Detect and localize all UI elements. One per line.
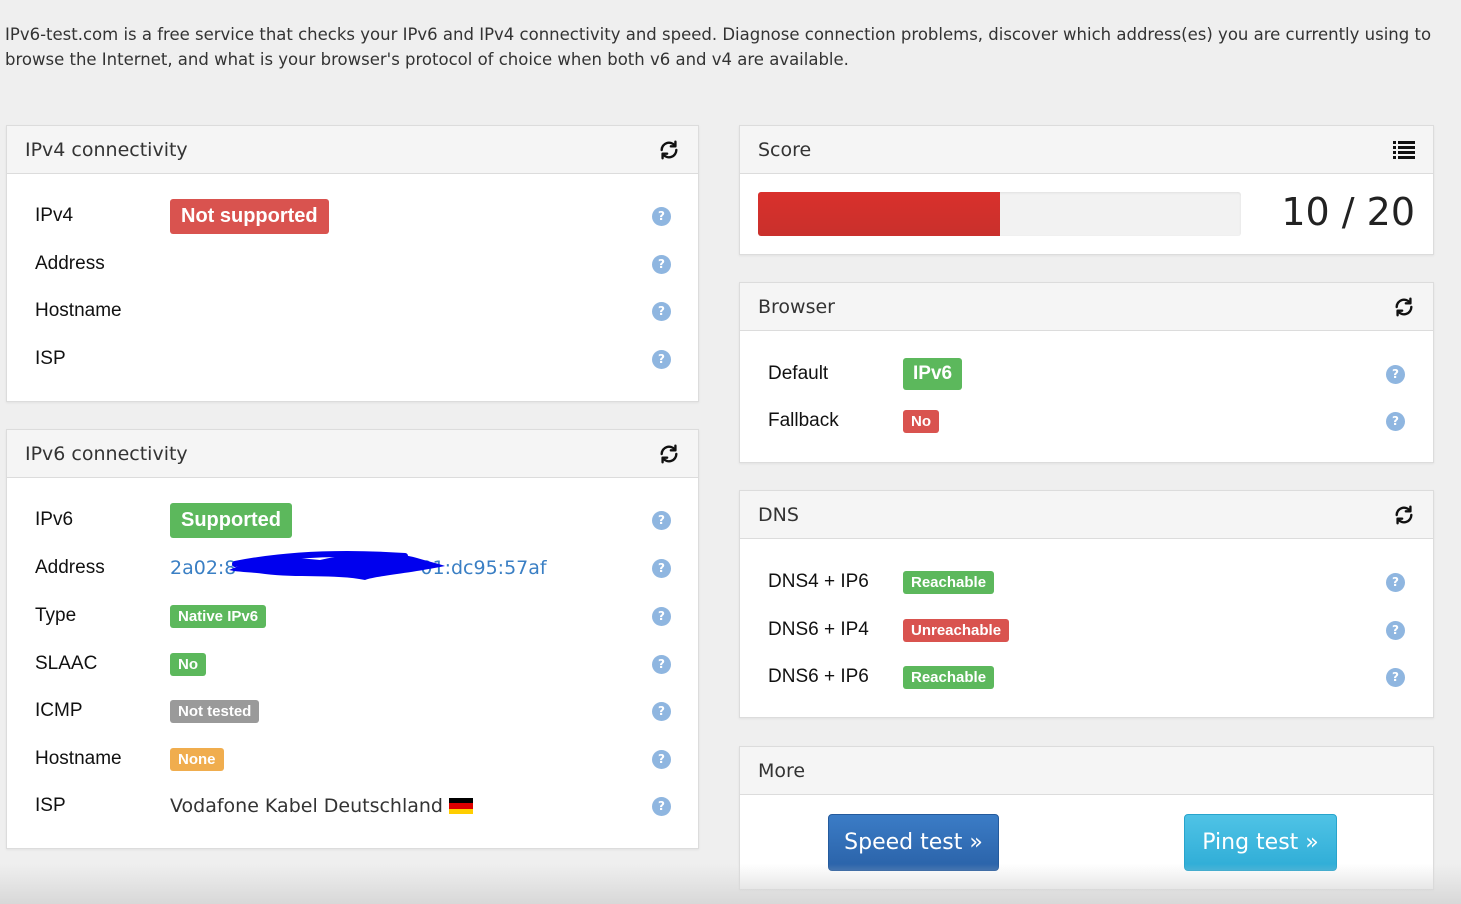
dns-status-badge: Unreachable bbox=[903, 618, 1010, 642]
slaac-badge: No bbox=[170, 652, 206, 676]
ipv4-hostname-row: Hostname ? bbox=[7, 291, 698, 331]
dns4-ip6-row: DNS4 + IP6 Reachable ? bbox=[740, 562, 1433, 602]
browser-default-row: Default IPv6 ? bbox=[740, 354, 1433, 394]
help-icon[interactable]: ? bbox=[1386, 572, 1405, 592]
score-panel-title: Score bbox=[758, 138, 812, 161]
help-icon[interactable]: ? bbox=[652, 510, 671, 530]
icmp-badge: Not tested bbox=[170, 699, 260, 723]
row-label: SLAAC bbox=[35, 653, 98, 674]
browser-panel-title: Browser bbox=[758, 295, 835, 318]
isp-name: Vodafone Kabel Deutschland bbox=[170, 795, 443, 817]
ipv6-panel: IPv6 connectivity IPv6 Supported ? Addre… bbox=[6, 429, 699, 849]
browser-fallback-row: Fallback No ? bbox=[740, 401, 1433, 441]
list-icon[interactable] bbox=[1393, 139, 1415, 161]
score-value: 10 / 20 bbox=[1281, 190, 1415, 234]
ipv4-panel-title: IPv4 connectivity bbox=[25, 138, 188, 161]
ipv6-isp-row: ISP Vodafone Kabel Deutschland ? bbox=[7, 786, 698, 826]
row-label: ISP bbox=[35, 795, 66, 816]
help-icon[interactable]: ? bbox=[652, 654, 671, 674]
row-label: DNS6 + IP4 bbox=[768, 619, 869, 640]
help-icon[interactable]: ? bbox=[652, 701, 671, 721]
redaction-scribble bbox=[229, 551, 445, 580]
row-label: DNS6 + IP6 bbox=[768, 666, 869, 687]
refresh-icon[interactable] bbox=[658, 443, 680, 465]
help-icon[interactable]: ? bbox=[652, 349, 671, 369]
help-icon[interactable]: ? bbox=[652, 206, 671, 226]
ipv4-panel: IPv4 connectivity IPv4 Not supported ? A… bbox=[6, 125, 699, 402]
score-progress-fill bbox=[758, 192, 1000, 236]
type-badge: Native IPv6 bbox=[170, 604, 267, 628]
browser-panel-header: Browser bbox=[740, 283, 1433, 331]
more-panel-title: More bbox=[758, 759, 806, 782]
ipv6-icmp-row: ICMP Not tested ? bbox=[7, 691, 698, 731]
row-label: ICMP bbox=[35, 700, 83, 721]
row-label: Address bbox=[35, 253, 105, 274]
row-label: IPv4 bbox=[35, 205, 74, 226]
help-icon[interactable]: ? bbox=[652, 301, 671, 321]
ipv4-isp-row: ISP ? bbox=[7, 339, 698, 379]
status-badge: Supported bbox=[170, 502, 292, 538]
status-badge: Not supported bbox=[170, 198, 329, 234]
row-label: Type bbox=[35, 605, 77, 626]
fallback-badge: No bbox=[903, 409, 939, 433]
ipv4-address-row: Address ? bbox=[7, 244, 698, 284]
help-icon[interactable]: ? bbox=[652, 606, 671, 626]
row-label: Hostname bbox=[35, 300, 122, 321]
refresh-icon[interactable] bbox=[1393, 504, 1415, 526]
hostname-badge: None bbox=[170, 747, 224, 771]
refresh-icon[interactable] bbox=[1393, 296, 1415, 318]
row-label: IPv6 bbox=[35, 509, 74, 530]
row-label: Default bbox=[768, 363, 829, 384]
ipv6-slaac-row: SLAAC No ? bbox=[7, 644, 698, 684]
row-label: DNS4 + IP6 bbox=[768, 571, 869, 592]
help-icon[interactable]: ? bbox=[652, 558, 671, 578]
row-label: Hostname bbox=[35, 748, 122, 769]
ipv4-row: IPv4 Not supported ? bbox=[7, 196, 698, 236]
ipv6-panel-header: IPv6 connectivity bbox=[7, 430, 698, 478]
help-icon[interactable]: ? bbox=[1386, 411, 1405, 431]
ipv6-hostname-row: Hostname None ? bbox=[7, 739, 698, 779]
default-badge: IPv6 bbox=[903, 358, 963, 390]
bottom-shadow bbox=[0, 864, 1461, 904]
intro-text: IPv6-test.com is a free service that che… bbox=[5, 25, 1432, 69]
score-panel-header: Score bbox=[740, 126, 1433, 174]
row-label: Address bbox=[35, 557, 105, 578]
help-icon[interactable]: ? bbox=[1386, 364, 1405, 384]
dns-status-badge: Reachable bbox=[903, 570, 995, 594]
help-icon[interactable]: ? bbox=[1386, 667, 1405, 687]
ipv4-panel-header: IPv4 connectivity bbox=[7, 126, 698, 174]
refresh-icon[interactable] bbox=[658, 139, 680, 161]
browser-panel: Browser Default IPv6 ? Fallback No ? bbox=[739, 282, 1434, 463]
dns-panel-title: DNS bbox=[758, 503, 799, 526]
help-icon[interactable]: ? bbox=[652, 749, 671, 769]
help-icon[interactable]: ? bbox=[652, 796, 671, 816]
help-icon[interactable]: ? bbox=[652, 254, 671, 274]
speed-test-button[interactable]: Speed test » bbox=[828, 814, 999, 871]
help-icon[interactable]: ? bbox=[1386, 620, 1405, 640]
germany-flag-icon bbox=[449, 797, 473, 815]
row-label: ISP bbox=[35, 348, 66, 369]
dns-panel-header: DNS bbox=[740, 491, 1433, 539]
ipv6-panel-title: IPv6 connectivity bbox=[25, 442, 188, 465]
score-progress-bar bbox=[758, 192, 1241, 236]
dns-status-badge: Reachable bbox=[903, 665, 995, 689]
ipv6-row: IPv6 Supported ? bbox=[7, 500, 698, 540]
ipv6-type-row: Type Native IPv6 ? bbox=[7, 596, 698, 636]
row-label: Fallback bbox=[768, 410, 839, 431]
score-panel: Score 10 / 20 bbox=[739, 125, 1434, 255]
more-panel-header: More bbox=[740, 747, 1433, 795]
dns-panel: DNS DNS4 + IP6 Reachable ? DNS6 + IP4 Un… bbox=[739, 490, 1434, 718]
dns6-ip6-row: DNS6 + IP6 Reachable ? bbox=[740, 657, 1433, 697]
dns6-ip4-row: DNS6 + IP4 Unreachable ? bbox=[740, 610, 1433, 650]
ping-test-button[interactable]: Ping test » bbox=[1184, 814, 1337, 871]
